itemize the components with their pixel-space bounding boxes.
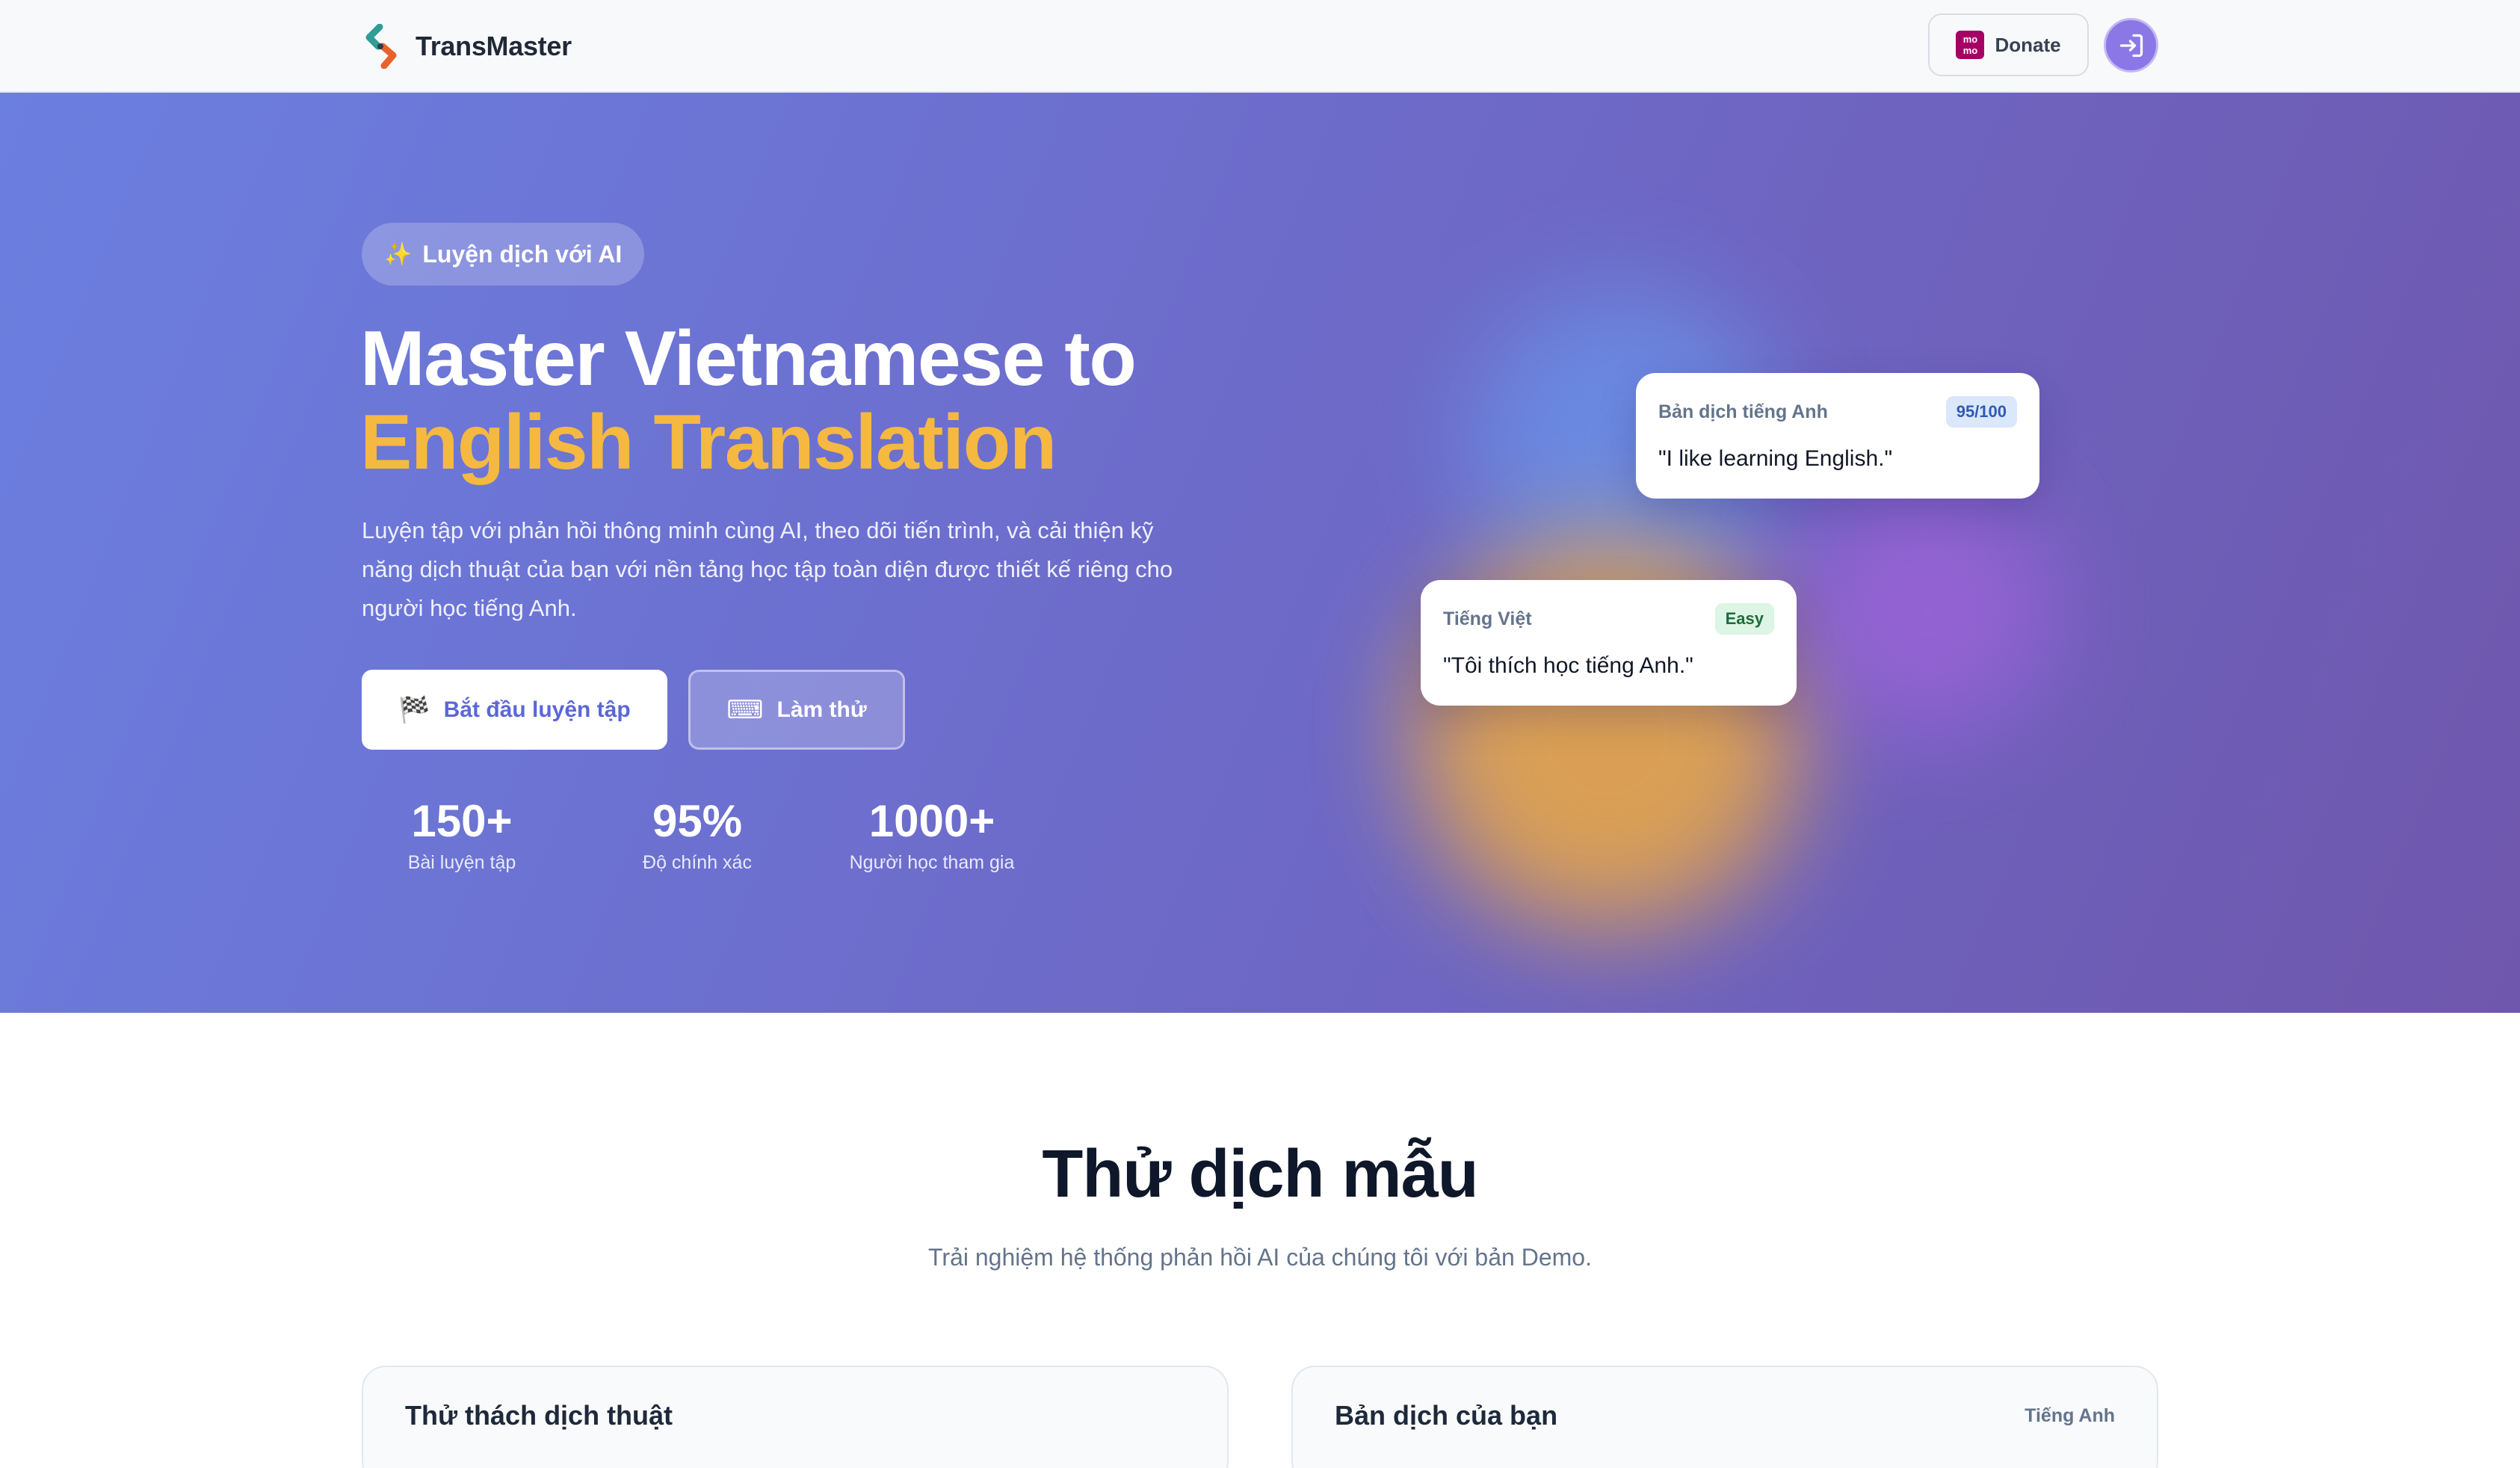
demo-section-subtitle: Trải nghiệm hệ thống phản hồi AI của chú… — [928, 1244, 1592, 1271]
vietnamese-source-card: Tiếng Việt Easy "Tôi thích học tiếng Anh… — [1421, 580, 1797, 706]
stat-learners: 1000+ Người học tham gia — [839, 795, 1025, 874]
stat-value: 95% — [652, 796, 743, 846]
card-label: Bản dịch tiếng Anh — [1658, 401, 1828, 422]
brand[interactable]: TransMaster — [362, 22, 572, 70]
start-practice-label: Bắt đầu luyện tập — [443, 697, 631, 722]
score-badge: 95/100 — [1945, 396, 2017, 428]
start-practice-button[interactable]: 🏁 Bắt đầu luyện tập — [362, 670, 667, 750]
demo-section-title: Thử dịch mẫu — [1042, 1137, 1478, 1212]
translation-challenge-panel: Thử thách dịch thuật — [362, 1366, 1229, 1468]
hero-title-line1: Master Vietnamese to — [360, 315, 1137, 402]
transmaster-logo-icon — [365, 24, 397, 69]
try-demo-button[interactable]: ⌨ Làm thử — [688, 670, 905, 750]
difficulty-badge: Easy — [1714, 603, 1774, 635]
your-translation-panel: Bản dịch của bạn Tiếng Anh — [1291, 1366, 2158, 1468]
donate-button[interactable]: mo mo Donate — [1928, 13, 2089, 76]
card-text: "I like learning English." — [1658, 446, 1893, 471]
panel-title: Bản dịch của bạn — [1335, 1400, 1558, 1431]
login-icon — [2119, 34, 2143, 57]
stat-exercises: 150+ Bài luyện tập — [389, 795, 535, 874]
card-label: Tiếng Việt — [1443, 608, 1532, 629]
momo-icon: mo mo — [1956, 31, 1985, 59]
hero-title-line2: English Translation — [360, 399, 1057, 486]
stat-label: Độ chính xác — [643, 852, 752, 873]
donate-label: Donate — [1995, 33, 2061, 56]
target-language-label: Tiếng Anh — [2025, 1404, 2115, 1426]
stat-label: Bài luyện tập — [407, 852, 516, 873]
panel-title: Thử thách dịch thuật — [405, 1400, 673, 1431]
stat-value: 1000+ — [868, 796, 995, 846]
hero-description: Luyện tập với phản hồi thông minh cùng A… — [362, 517, 1173, 621]
login-button[interactable] — [2104, 18, 2158, 73]
stat-value: 150+ — [411, 796, 513, 846]
top-navbar: TransMaster mo mo Donate — [0, 0, 2520, 93]
checkered-flag-icon: 🏁 — [398, 695, 430, 724]
stat-label: Người học tham gia — [849, 852, 1015, 873]
page: TransMaster mo mo Donate ✨ Luyện dịch vớ… — [0, 0, 2520, 1468]
keyboard-icon: ⌨ — [726, 695, 764, 724]
sparkles-icon: ✨ — [384, 241, 413, 267]
decorative-blob — [1801, 481, 2055, 735]
stat-accuracy: 95% Độ chính xác — [628, 795, 767, 874]
try-demo-label: Làm thử — [776, 697, 867, 722]
brand-name: TransMaster — [416, 31, 572, 61]
english-translation-card: Bản dịch tiếng Anh 95/100 "I like learni… — [1636, 373, 2039, 499]
chip-label: Luyện dịch với AI — [422, 240, 623, 268]
ai-practice-chip: ✨ Luyện dịch với AI — [362, 223, 645, 286]
hero-title: Master Vietnamese to English Translation — [360, 317, 1332, 484]
hero-section: ✨ Luyện dịch với AI Master Vietnamese to… — [0, 93, 2520, 1013]
card-text: "Tôi thích học tiếng Anh." — [1443, 653, 1693, 678]
